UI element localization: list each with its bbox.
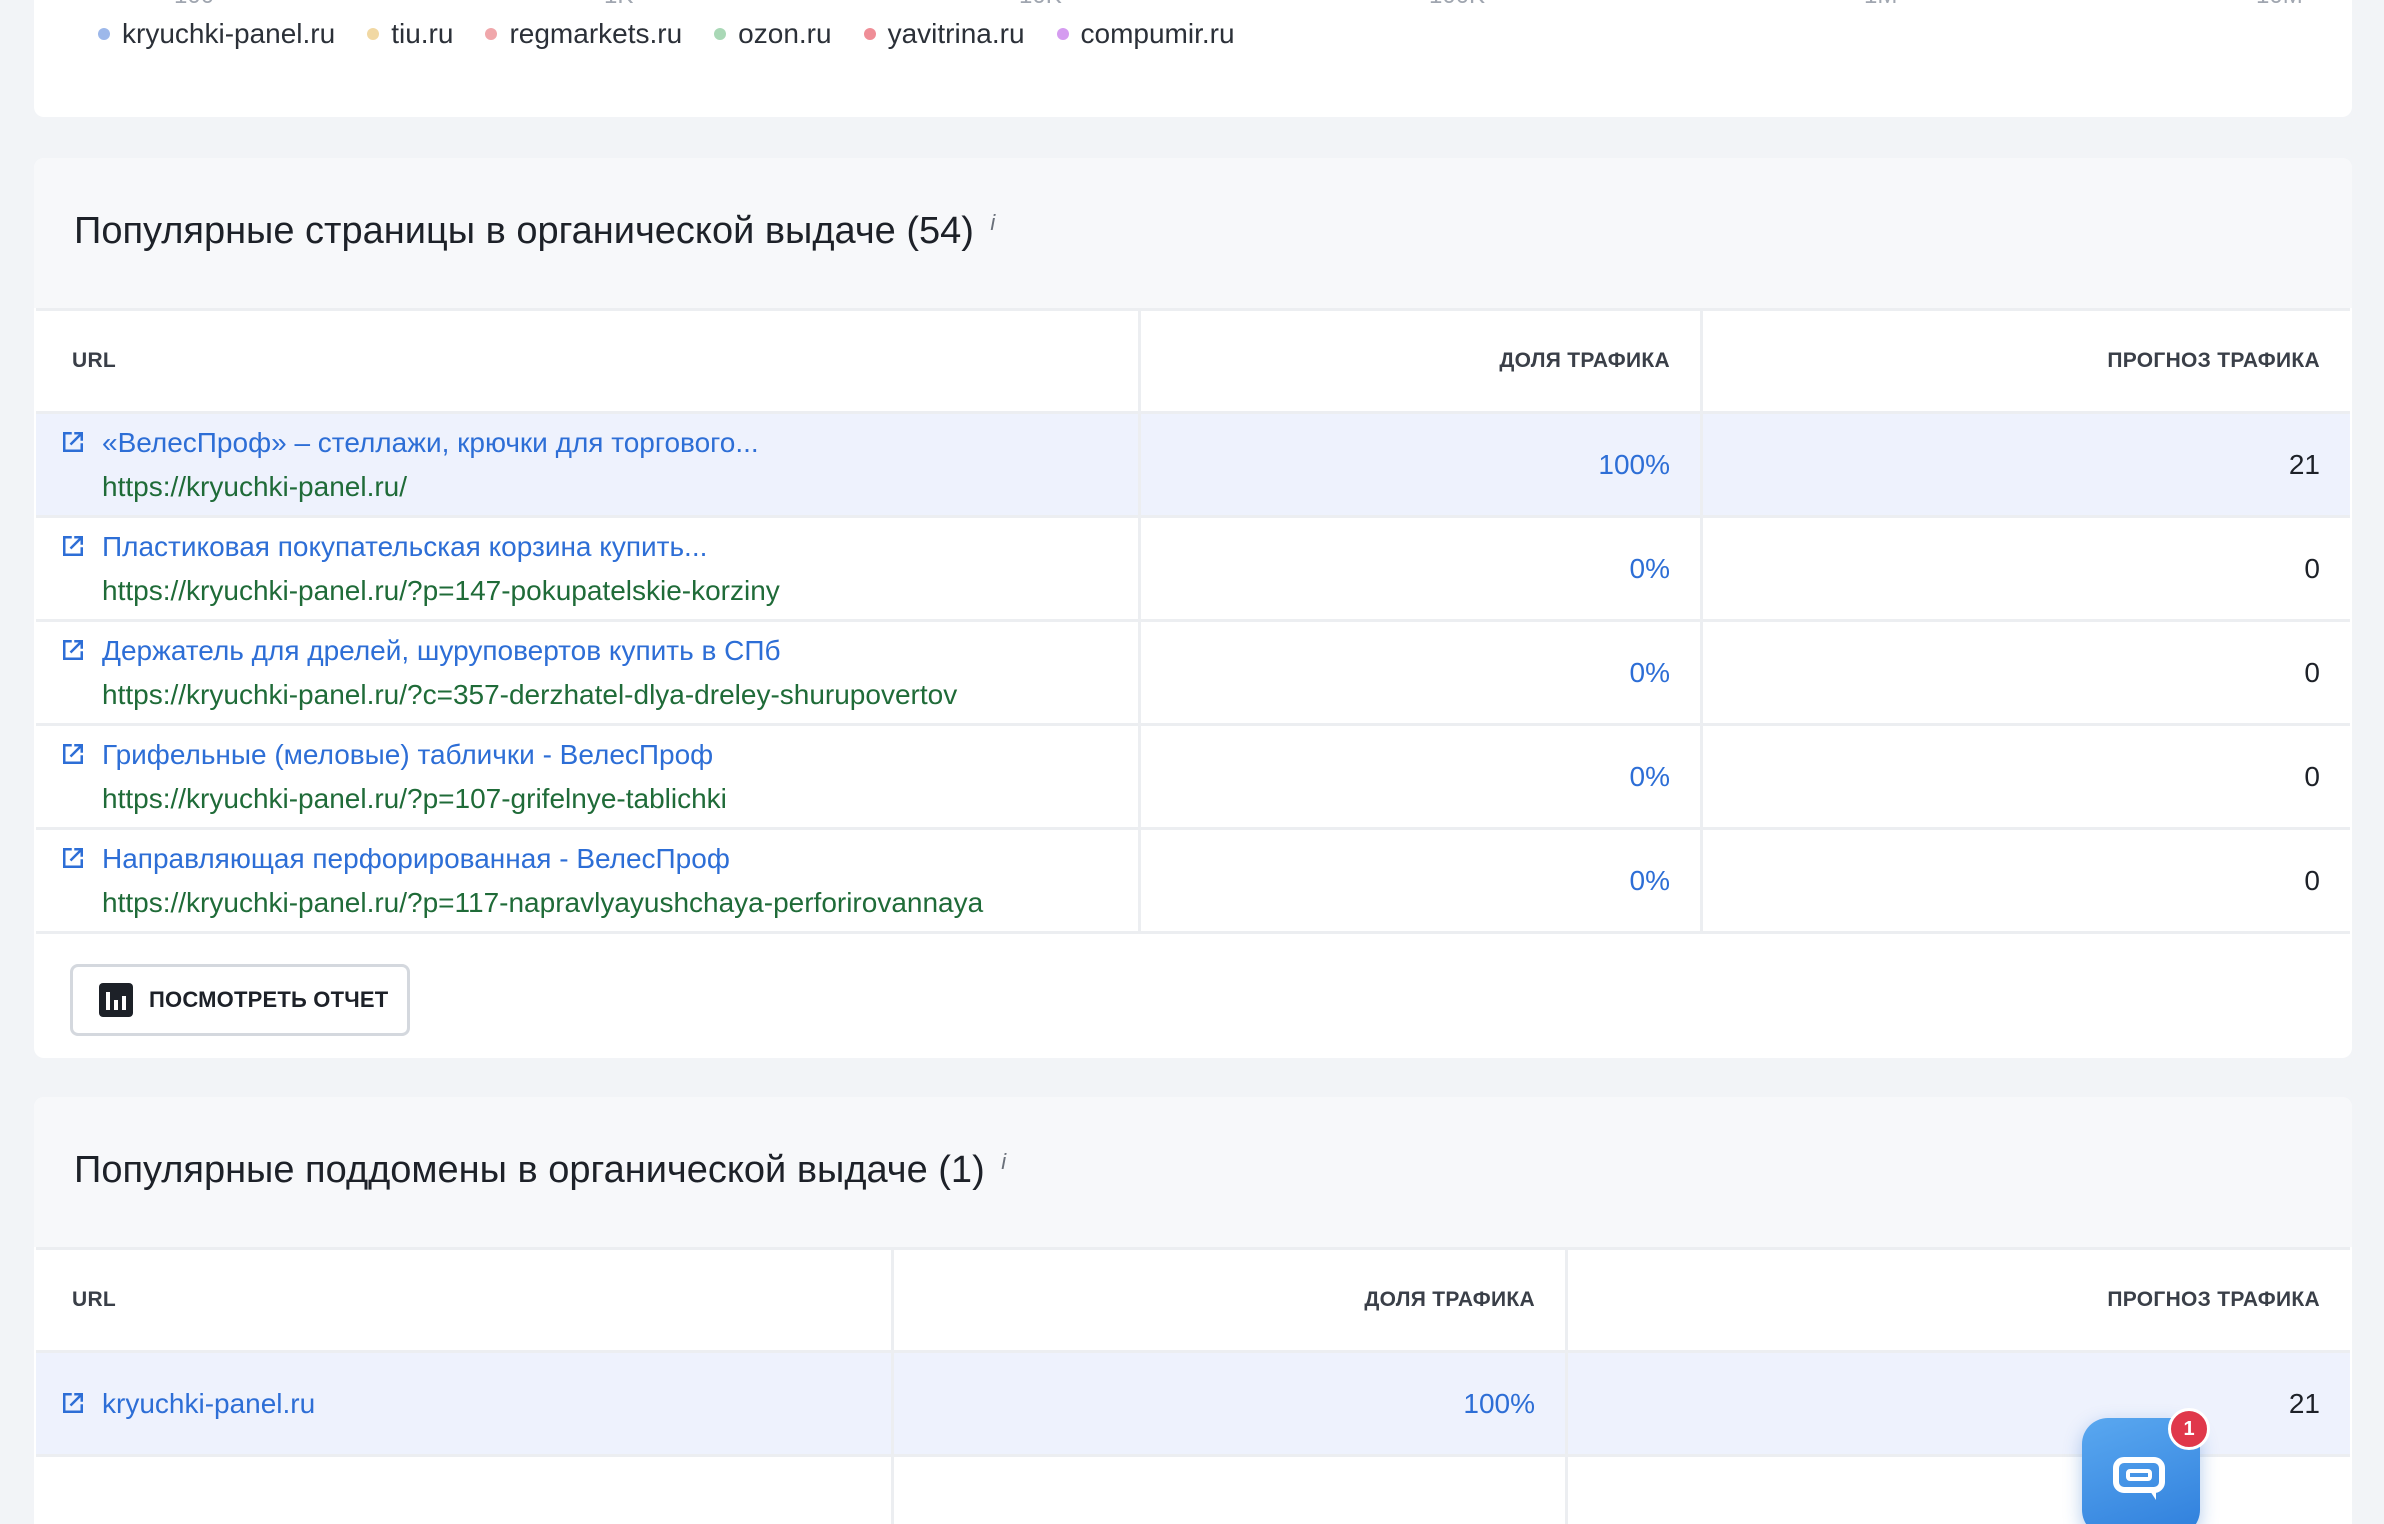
page-url[interactable]: https://kryuchki-panel.ru/?c=357-derzhat… (102, 673, 957, 717)
legend-label: compumir.ru (1080, 18, 1235, 49)
legend-dot (98, 28, 110, 40)
url-cell: Грифельные (меловые) таблички - ВелесПро… (36, 726, 1138, 830)
traffic-share: 100% (891, 1353, 1565, 1457)
external-link-icon[interactable] (58, 843, 88, 873)
axis-tick: 1M (1864, 0, 1897, 10)
legend-dot (485, 28, 498, 40)
table-row[interactable]: kryuchki-panel.ru 100% 21 (36, 1353, 2350, 1457)
popular-pages-title: Популярные страницы в органической выдач… (74, 210, 974, 252)
url-cell: kryuchki-panel.ru (36, 1353, 891, 1457)
legend-item-yavitrina[interactable]: yavitrina.ru (863, 18, 1025, 50)
column-header-share[interactable]: ДОЛЯ ТРАФИКА (1138, 308, 1700, 414)
info-icon[interactable]: i (990, 210, 995, 235)
traffic-share: 100% (1138, 414, 1700, 518)
page-url[interactable]: https://kryuchki-panel.ru/ (102, 465, 759, 509)
column-header-url[interactable]: URL (36, 308, 1138, 414)
traffic-share: 0% (1138, 518, 1700, 622)
external-link-icon[interactable] (58, 635, 88, 665)
url-cell: Держатель для дрелей, шуруповертов купит… (36, 622, 1138, 726)
axis-tick: 100 (174, 0, 214, 10)
traffic-forecast: 21 (1565, 1353, 2350, 1457)
view-report-button[interactable]: ПОСМОТРЕТЬ ОТЧЕТ (70, 964, 410, 1036)
table-row[interactable]: Направляющая перфорированная - ВелесПроф… (36, 830, 2350, 934)
popular-subdomains-title: Популярные поддомены в органической выда… (74, 1149, 985, 1191)
traffic-forecast: 0 (1700, 726, 2350, 830)
page-title-link[interactable]: Пластиковая покупательская корзина купит… (102, 525, 780, 569)
popular-pages-card: Популярные страницы в органической выдач… (34, 158, 2352, 1058)
table-row (36, 1457, 2350, 1524)
popular-subdomains-card: Популярные поддомены в органической выда… (34, 1097, 2352, 1524)
external-link-icon[interactable] (58, 1388, 88, 1418)
subdomain-link[interactable]: kryuchki-panel.ru (102, 1382, 315, 1426)
traffic-forecast: 0 (1700, 622, 2350, 726)
page-url[interactable]: https://kryuchki-panel.ru/?p=147-pokupat… (102, 569, 780, 613)
notification-badge: 1 (2168, 1408, 2210, 1450)
chat-bubble-icon (2113, 1457, 2165, 1500)
url-cell: Направляющая перфорированная - ВелесПроф… (36, 830, 1138, 934)
table-row[interactable]: Пластиковая покупательская корзина купит… (36, 518, 2350, 622)
legend-label: yavitrina.ru (887, 18, 1025, 49)
table-row[interactable]: Грифельные (меловые) таблички - ВелесПро… (36, 726, 2350, 830)
page-url[interactable]: https://kryuchki-panel.ru/?p=107-grifeln… (102, 777, 727, 821)
view-report-label: ПОСМОТРЕТЬ ОТЧЕТ (149, 987, 389, 1012)
bar-chart-icon (99, 983, 133, 1017)
legend-dot (863, 28, 876, 40)
legend-dot (1056, 28, 1069, 40)
page-title-link[interactable]: «ВелесПроф» – стеллажи, крючки для торго… (102, 421, 759, 465)
legend: kryuchki-panel.ru tiu.ru regmarkets.ru o… (98, 18, 1235, 50)
popular-pages-header: Популярные страницы в органической выдач… (34, 158, 2352, 308)
traffic-share: 0% (1138, 830, 1700, 934)
legend-label: regmarkets.ru (509, 18, 683, 49)
empty-cell (36, 1457, 891, 1524)
empty-cell (1565, 1457, 2350, 1524)
traffic-share: 0% (1138, 622, 1700, 726)
chart-legend-card: 100 1K 10K 100K 1M 10M kryuchki-panel.ru… (34, 0, 2352, 117)
page-url[interactable]: https://kryuchki-panel.ru/?p=117-napravl… (102, 881, 983, 925)
column-header-forecast[interactable]: ПРОГНОЗ ТРАФИКА (1700, 308, 2350, 414)
empty-cell (891, 1457, 1565, 1524)
legend-label: ozon.ru (738, 18, 832, 49)
traffic-forecast: 21 (1700, 414, 2350, 518)
axis-tick: 100K (1429, 0, 1485, 10)
table-row[interactable]: Держатель для дрелей, шуруповертов купит… (36, 622, 2350, 726)
axis-tick: 1K (604, 0, 633, 10)
table-header-row: URL ДОЛЯ ТРАФИКА ПРОГНОЗ ТРАФИКА (36, 308, 2350, 414)
info-icon[interactable]: i (1001, 1149, 1006, 1174)
legend-label: tiu.ru (391, 18, 454, 49)
column-header-share[interactable]: ДОЛЯ ТРАФИКА (891, 1247, 1565, 1353)
legend-label: kryuchki-panel.ru (122, 18, 336, 49)
legend-item-compumir[interactable]: compumir.ru (1056, 18, 1235, 50)
url-cell: Пластиковая покупательская корзина купит… (36, 518, 1138, 622)
legend-item-ozon[interactable]: ozon.ru (714, 18, 832, 50)
traffic-share: 0% (1138, 726, 1700, 830)
legend-item-kryuchki-panel[interactable]: kryuchki-panel.ru (98, 18, 335, 50)
traffic-forecast: 0 (1700, 830, 2350, 934)
legend-item-tiu[interactable]: tiu.ru (367, 18, 453, 50)
external-link-icon[interactable] (58, 739, 88, 769)
axis-tick: 10K (1019, 0, 1062, 10)
external-link-icon[interactable] (58, 427, 88, 457)
chart-axis: 100 1K 10K 100K 1M 10M (34, 0, 2352, 10)
table-header-row: URL ДОЛЯ ТРАФИКА ПРОГНОЗ ТРАФИКА (36, 1247, 2350, 1353)
column-header-url[interactable]: URL (36, 1247, 891, 1353)
external-link-icon[interactable] (58, 531, 88, 561)
legend-item-regmarkets[interactable]: regmarkets.ru (485, 18, 682, 50)
popular-subdomains-table: URL ДОЛЯ ТРАФИКА ПРОГНОЗ ТРАФИКА kryuchk… (36, 1247, 2350, 1524)
table-row[interactable]: «ВелесПроф» – стеллажи, крючки для торго… (36, 414, 2350, 518)
page-title-link[interactable]: Держатель для дрелей, шуруповертов купит… (102, 629, 957, 673)
url-cell: «ВелесПроф» – стеллажи, крючки для торго… (36, 414, 1138, 518)
column-header-forecast[interactable]: ПРОГНОЗ ТРАФИКА (1565, 1247, 2350, 1353)
popular-pages-table: URL ДОЛЯ ТРАФИКА ПРОГНОЗ ТРАФИКА «ВелесП… (36, 308, 2350, 934)
page-title-link[interactable]: Грифельные (меловые) таблички - ВелесПро… (102, 733, 727, 777)
popular-subdomains-header: Популярные поддомены в органической выда… (34, 1097, 2352, 1247)
axis-tick: 10M (2256, 0, 2303, 10)
traffic-forecast: 0 (1700, 518, 2350, 622)
legend-dot (367, 28, 380, 40)
legend-dot (714, 28, 727, 40)
page-title-link[interactable]: Направляющая перфорированная - ВелесПроф (102, 837, 983, 881)
